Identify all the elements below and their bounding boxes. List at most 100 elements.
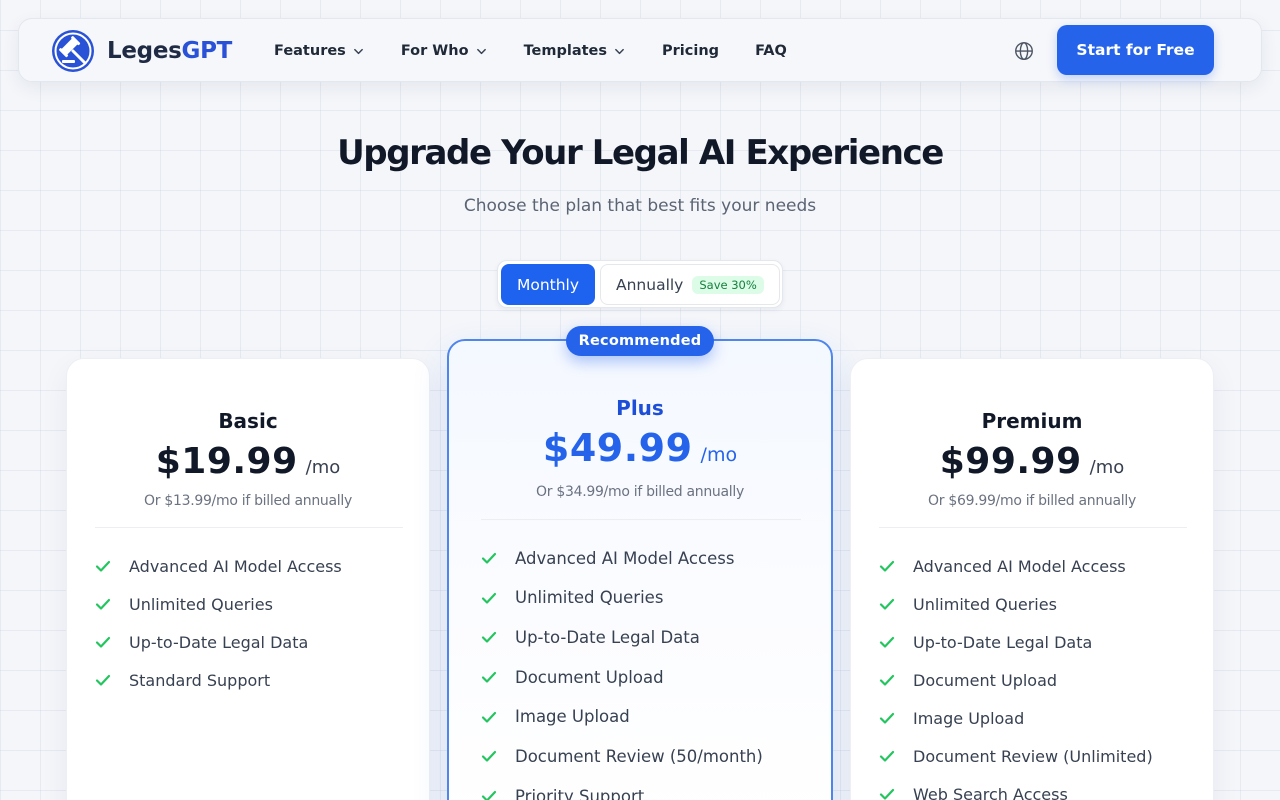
- feature-item: Up-to-Date Legal Data: [879, 631, 1153, 653]
- feature-item: Unlimited Queries: [879, 593, 1153, 615]
- chevron-down-icon: [615, 48, 624, 54]
- feature-label: Standard Support: [129, 670, 271, 690]
- recommended-badge: Recommended: [566, 326, 714, 356]
- check-icon: [95, 560, 111, 572]
- price-period: /mo: [700, 444, 738, 466]
- nav-item-label: For Who: [400, 43, 469, 59]
- card-divider: [879, 527, 1187, 528]
- annually-toggle-option[interactable]: Annually Save 30%: [600, 264, 780, 305]
- annual-price-note: Or $69.99/mo if billed annually: [928, 493, 1136, 509]
- logo[interactable]: LegesGPT: [51, 29, 232, 73]
- feature-item: Image Upload: [481, 706, 763, 728]
- feature-label: Advanced AI Model Access: [129, 556, 342, 576]
- feature-item: Web Search Access: [879, 783, 1153, 800]
- feature-label: Unlimited Queries: [129, 594, 273, 614]
- feature-label: Image Upload: [515, 707, 630, 727]
- chevron-down-icon: [476, 48, 486, 54]
- feature-label: Document Upload: [515, 667, 664, 687]
- feature-label: Advanced AI Model Access: [515, 548, 735, 568]
- check-icon: [879, 712, 895, 724]
- check-icon: [95, 598, 111, 610]
- feature-item: Document Upload: [481, 666, 763, 688]
- feature-item: Advanced AI Model Access: [481, 547, 763, 569]
- annual-price-note: Or $13.99/mo if billed annually: [144, 493, 352, 509]
- plan-price: $49.99: [542, 426, 693, 470]
- feature-item: Up-to-Date Legal Data: [481, 626, 763, 648]
- globe-icon[interactable]: [1013, 40, 1035, 62]
- gavel-logo-icon: [52, 30, 94, 72]
- plan-price: $99.99: [939, 441, 1082, 482]
- check-icon: [879, 636, 895, 648]
- nav-item-label: FAQ: [755, 43, 787, 59]
- feature-list: Advanced AI Model Access Unlimited Queri…: [481, 547, 763, 800]
- feature-label: Up-to-Date Legal Data: [129, 632, 309, 652]
- check-icon: [481, 711, 497, 723]
- feature-item: Priority Support: [481, 785, 763, 800]
- pricing-card-plus: Plus $49.99 /mo Or $34.99/mo if billed a…: [447, 339, 833, 800]
- page-subtitle: Choose the plan that best fits your need…: [463, 196, 817, 216]
- nav-item-templates[interactable]: Templates: [524, 43, 625, 59]
- feature-item: Standard Support: [95, 669, 342, 691]
- plan-price: $19.99: [155, 441, 298, 482]
- feature-item: Up-to-Date Legal Data: [95, 631, 342, 653]
- nav-item-label: Templates: [523, 43, 608, 59]
- price-row: $49.99 /mo: [449, 426, 831, 470]
- price-period: /mo: [1089, 457, 1125, 478]
- nav-item-for-who[interactable]: For Who: [401, 43, 487, 59]
- card-divider: [95, 527, 403, 528]
- check-icon: [879, 674, 895, 686]
- nav-item-pricing[interactable]: Pricing: [662, 43, 719, 59]
- feature-item: Unlimited Queries: [481, 587, 763, 609]
- check-icon: [481, 671, 497, 683]
- annually-label: Annually: [616, 275, 684, 294]
- annual-price-note: Or $34.99/mo if billed annually: [536, 484, 744, 500]
- feature-item: Document Review (50/month): [481, 745, 763, 767]
- feature-item: Image Upload: [879, 707, 1153, 729]
- check-icon: [481, 751, 497, 763]
- check-icon: [95, 674, 111, 686]
- feature-label: Unlimited Queries: [515, 588, 664, 608]
- check-icon: [879, 788, 895, 800]
- feature-label: Document Review (Unlimited): [913, 746, 1153, 766]
- feature-label: Unlimited Queries: [913, 594, 1057, 614]
- start-for-free-button[interactable]: Start for Free: [1057, 25, 1214, 75]
- pricing-card-premium: Premium $99.99 /mo Or $69.99/mo if bille…: [850, 358, 1214, 800]
- feature-label: Web Search Access: [913, 784, 1068, 800]
- feature-label: Up-to-Date Legal Data: [515, 627, 700, 647]
- check-icon: [481, 552, 497, 564]
- feature-list: Advanced AI Model Access Unlimited Queri…: [879, 555, 1153, 800]
- nav-menu: Features For Who Templates Pricing FAQ: [274, 19, 787, 83]
- card-divider: [481, 519, 801, 520]
- feature-label: Priority Support: [515, 786, 645, 800]
- feature-item: Document Review (Unlimited): [879, 745, 1153, 767]
- check-icon: [879, 750, 895, 762]
- feature-label: Up-to-Date Legal Data: [913, 632, 1093, 652]
- logo-text-part1: Leges: [107, 38, 182, 64]
- check-icon: [95, 636, 111, 648]
- page-title: Upgrade Your Legal AI Experience: [337, 133, 944, 173]
- feature-item: Unlimited Queries: [95, 593, 342, 615]
- feature-label: Document Upload: [913, 670, 1058, 690]
- save-badge: Save 30%: [692, 275, 764, 294]
- nav-item-faq[interactable]: FAQ: [755, 43, 787, 59]
- billing-period-toggle: Monthly Annually Save 30%: [497, 260, 783, 308]
- nav-item-features[interactable]: Features: [274, 43, 364, 59]
- price-row: $99.99 /mo: [851, 441, 1213, 482]
- nav-item-label: Pricing: [662, 43, 720, 59]
- plan-name: Premium: [981, 409, 1083, 433]
- check-icon: [879, 560, 895, 572]
- monthly-toggle-option[interactable]: Monthly: [501, 264, 595, 305]
- feature-list: Advanced AI Model Access Unlimited Queri…: [95, 555, 342, 707]
- feature-item: Document Upload: [879, 669, 1153, 691]
- feature-label: Document Review (50/month): [515, 746, 763, 766]
- feature-item: Advanced AI Model Access: [95, 555, 342, 577]
- navbar: LegesGPT Features For Who Templates Pric…: [18, 18, 1262, 82]
- plan-name: Basic: [218, 409, 278, 433]
- logo-text: LegesGPT: [107, 38, 232, 64]
- check-icon: [481, 632, 497, 643]
- price-period: /mo: [305, 457, 341, 478]
- plan-name: Plus: [616, 396, 664, 420]
- feature-label: Advanced AI Model Access: [913, 556, 1126, 576]
- check-icon: [879, 598, 895, 610]
- pricing-card-basic: Basic $19.99 /mo Or $13.99/mo if billed …: [66, 358, 430, 800]
